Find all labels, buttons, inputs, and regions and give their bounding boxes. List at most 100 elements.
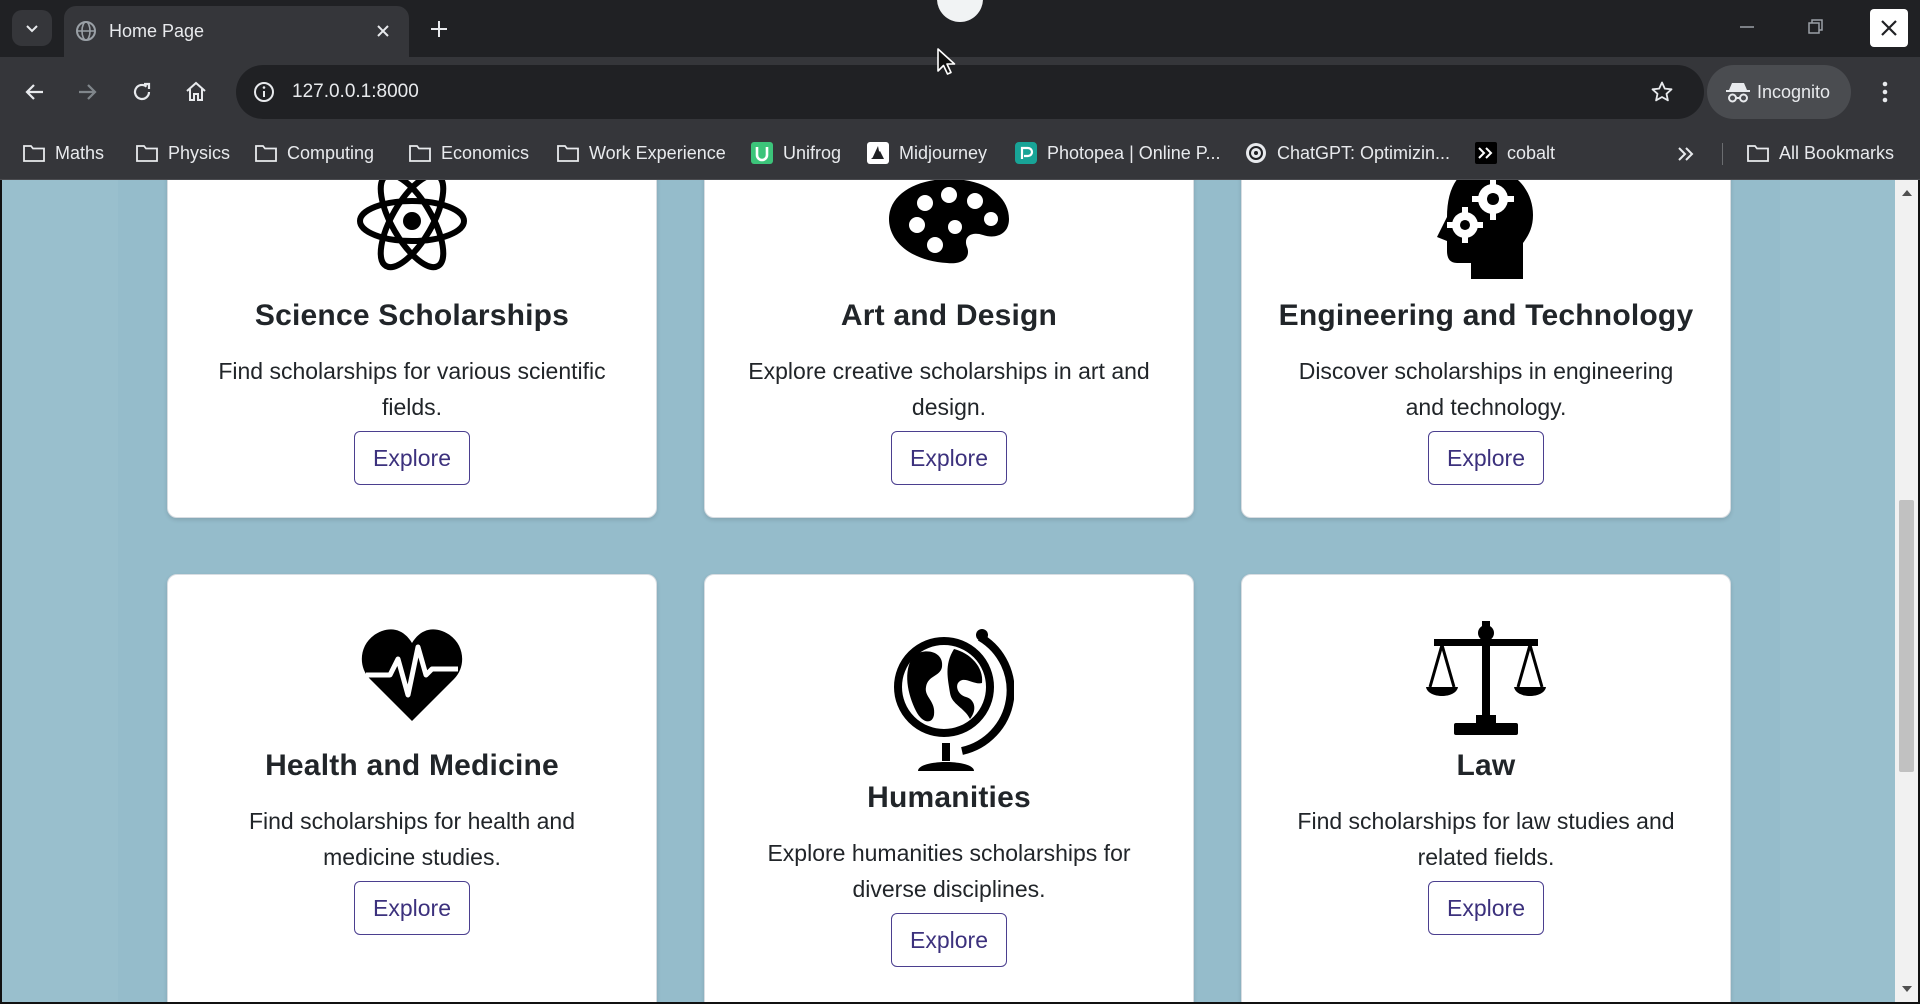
bookmark-label: Work Experience [589, 142, 726, 163]
bookmarks-divider [1722, 143, 1723, 165]
bookmark-label: Computing [287, 142, 375, 163]
unifrog-icon [750, 141, 774, 165]
chevron-down-icon [26, 25, 38, 33]
tab-close-button[interactable] [371, 19, 395, 43]
back-button[interactable] [16, 73, 54, 111]
scroll-down-button[interactable] [1895, 980, 1918, 998]
card-description: Discover scholarships in engineering and… [1298, 358, 1674, 420]
card-description: Explore creative scholarships in art and… [748, 358, 1150, 420]
folder-icon [22, 141, 46, 165]
all-bookmarks-button[interactable]: All Bookmarks [1746, 137, 1894, 169]
tab-title: Home Page [109, 21, 205, 41]
window-close-button[interactable] [1870, 9, 1908, 47]
folder-icon [556, 141, 580, 165]
minimize-button[interactable] [1729, 10, 1765, 44]
tab-home-page[interactable]: Home Page [64, 6, 409, 57]
globe-icon [76, 21, 96, 41]
scrollbar-thumb[interactable] [1899, 500, 1914, 772]
tab-strip: Home Page [0, 0, 1920, 57]
bookmark-label: ChatGPT: Optimizin... [1277, 142, 1451, 163]
card-title: Science Scholarships [254, 299, 570, 332]
address-bar[interactable]: 127.0.0.1:8000 [236, 65, 1704, 119]
bookmark-star-button[interactable] [1648, 78, 1676, 106]
bookmark-unifrog[interactable]: Unifrog [750, 137, 841, 169]
new-tab-button[interactable] [421, 12, 457, 46]
explore-button[interactable]: Explore [354, 431, 470, 485]
explore-button[interactable]: Explore [354, 881, 470, 935]
tab-search-button[interactable] [12, 10, 52, 46]
arrow-right-icon [79, 84, 97, 100]
atom-icon [168, 180, 656, 277]
bookmark-physics[interactable]: Physics [135, 137, 230, 169]
bookmark-label: Midjourney [899, 142, 988, 163]
card-science-scholarships: Science Scholarships Find scholarships f… [167, 180, 657, 518]
heartbeat-icon [168, 625, 656, 723]
explore-button[interactable]: Explore [1428, 881, 1544, 935]
folder-icon [408, 141, 432, 165]
card-title: Engineering and Technology [1278, 299, 1694, 332]
close-icon [1881, 20, 1897, 36]
card-description: Find scholarships for health and medicin… [248, 808, 576, 870]
arrow-left-icon [25, 84, 43, 100]
folder-icon [1746, 141, 1770, 165]
explore-button[interactable]: Explore [1428, 431, 1544, 485]
bookmark-label: Photopea | Online P... [1047, 142, 1221, 163]
card-health-and-medicine: Health and Medicine Find scholarships fo… [167, 574, 657, 1002]
bookmark-economics[interactable]: Economics [408, 137, 529, 169]
midjourney-icon [866, 141, 890, 165]
bookmark-chatgpt[interactable]: ChatGPT: Optimizin... [1244, 137, 1450, 169]
card-art-and-design: Art and Design Explore creative scholars… [704, 180, 1194, 518]
bookmark-work-experience[interactable]: Work Experience [556, 137, 726, 169]
bookmark-computing[interactable]: Computing [254, 137, 374, 169]
home-button[interactable] [177, 73, 215, 111]
bookmarks-bar: Maths Physics Computing Economics Work E… [0, 127, 1920, 180]
folder-icon [254, 141, 278, 165]
bookmark-label: Maths [55, 142, 105, 163]
url-text: 127.0.0.1:8000 [292, 81, 419, 102]
card-description: Find scholarships for law studies and re… [1297, 808, 1675, 870]
vertical-scrollbar[interactable] [1895, 180, 1918, 1002]
camera-indicator [937, 0, 983, 22]
restore-icon [1808, 19, 1823, 34]
cobalt-icon [1474, 141, 1498, 165]
card-humanities: Humanities Explore humanities scholarshi… [704, 574, 1194, 1002]
incognito-icon [1726, 83, 1750, 103]
browser-menu-button[interactable] [1866, 73, 1904, 111]
page-background: Science Scholarships Find scholarships f… [2, 180, 1895, 1002]
card-description: Find scholarships for various scientific… [218, 358, 606, 420]
card-title: Art and Design [840, 299, 1058, 332]
bookmarks-overflow-button[interactable] [1671, 141, 1701, 167]
close-icon [377, 25, 389, 37]
bookmark-label: Economics [441, 142, 530, 163]
double-chevron-right-icon [1678, 147, 1694, 161]
explore-button[interactable]: Explore [891, 431, 1007, 485]
web-content: Science Scholarships Find scholarships f… [0, 180, 1920, 1004]
browser-toolbar: 127.0.0.1:8000 Incognito [0, 57, 1920, 127]
scroll-up-button[interactable] [1895, 184, 1918, 202]
chatgpt-icon [1244, 141, 1268, 165]
restore-button[interactable] [1797, 10, 1833, 44]
bookmark-cobalt[interactable]: cobalt [1474, 137, 1555, 169]
card-law: Law Find scholarships for law studies an… [1241, 574, 1731, 1002]
forward-button[interactable] [68, 73, 106, 111]
bookmark-maths[interactable]: Maths [22, 137, 104, 169]
palette-icon [705, 180, 1193, 267]
head-gears-icon [1242, 180, 1730, 281]
minimize-icon [1740, 26, 1754, 28]
category-grid: Science Scholarships Find scholarships f… [118, 180, 1780, 1002]
site-info-button[interactable] [250, 78, 278, 106]
home-icon [186, 81, 206, 101]
bookmark-photopea[interactable]: Photopea | Online P... [1014, 137, 1220, 169]
reload-icon [133, 82, 151, 101]
incognito-label: Incognito [1757, 82, 1831, 102]
card-title: Humanities [867, 781, 1031, 814]
bookmark-label: Unifrog [783, 142, 842, 163]
explore-button[interactable]: Explore [891, 913, 1007, 967]
incognito-profile-button[interactable]: Incognito [1707, 65, 1851, 119]
card-engineering-and-technology: Engineering and Technology Discover scho… [1241, 180, 1731, 518]
globe-icon [705, 625, 1193, 773]
bookmark-label: All Bookmarks [1779, 142, 1895, 163]
bookmark-midjourney[interactable]: Midjourney [866, 137, 987, 169]
photopea-icon [1014, 141, 1038, 165]
reload-button[interactable] [123, 73, 161, 111]
